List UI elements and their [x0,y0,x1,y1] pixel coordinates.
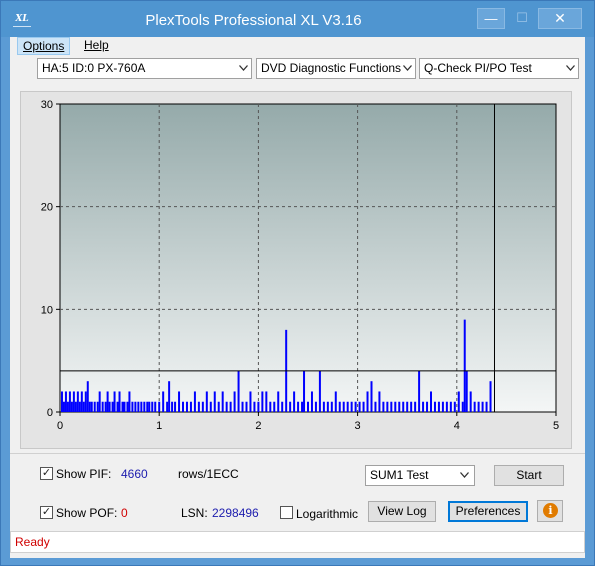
function-select-value: DVD Diagnostic Functions [261,61,402,75]
drive-select-value: HA:5 ID:0 PX-760A [42,61,146,75]
y-tick-label: 30 [41,99,53,111]
y-tick-label: 0 [47,407,53,419]
test-select-value: Q-Check PI/PO Test [424,61,532,75]
sum-test-select-value: SUM1 Test [370,468,429,482]
drive-select[interactable]: HA:5 ID:0 PX-760A [37,58,252,79]
lsn-label: LSN: [181,506,208,520]
menu-bar: Options Help [10,37,585,55]
y-tick-label: 10 [41,304,53,316]
view-log-button[interactable]: View Log [368,501,436,522]
sum-test-select[interactable]: SUM1 Test [365,465,475,486]
close-button[interactable]: ✕ [538,8,582,29]
chart-panel: 0 1 2 3 4 5 0 10 20 30 [20,91,572,449]
lsn-value: 2298496 [212,506,259,520]
show-pof-checkbox[interactable]: ✓ [40,506,53,519]
test-select[interactable]: Q-Check PI/PO Test [419,58,579,79]
start-button-label: Start [516,468,542,482]
plot-area [59,103,557,413]
menu-options-label: Options [23,39,65,53]
x-tick-label: 1 [156,420,162,432]
info-icon: i [543,503,558,518]
rows-label: rows/1ECC [178,467,239,481]
pof-value: 0 [121,506,128,520]
chevron-down-icon [460,472,469,478]
view-log-label: View Log [377,504,427,518]
app-window: XL PlexTools Professional XL V3.16 — ☐ ✕… [0,0,595,566]
chevron-down-icon [239,65,248,71]
separator [10,453,585,454]
y-axis: 0 10 20 30 [41,99,60,419]
menu-options[interactable]: Options [17,37,71,55]
pi-chart: 0 1 2 3 4 5 0 10 20 30 [41,99,559,432]
status-bar: Ready [10,531,585,553]
chevron-down-icon [566,65,575,71]
title-bar[interactable]: XL PlexTools Professional XL V3.16 — ☐ ✕ [1,1,594,37]
info-button[interactable]: i [537,500,563,522]
x-tick-label: 5 [553,420,559,432]
minimize-button[interactable]: — [477,8,505,29]
logarithmic-checkbox[interactable] [280,506,293,519]
x-tick-label: 4 [454,420,460,432]
menu-help[interactable]: Help [79,37,114,55]
x-tick-label: 2 [255,420,261,432]
x-tick-label: 0 [57,420,63,432]
pif-value: 4660 [121,467,148,481]
function-select[interactable]: DVD Diagnostic Functions [256,58,416,79]
status-text: Ready [15,535,50,549]
x-axis: 0 1 2 3 4 5 [57,412,559,432]
window-title: PlexTools Professional XL V3.16 [145,12,362,29]
show-pof-label: Show POF: [56,506,118,520]
show-pif-label: Show PIF: [56,467,112,481]
client-area: Options Help HA:5 ID:0 PX-760A DVD Diagn… [10,37,585,558]
x-tick-label: 3 [355,420,361,432]
show-pif-checkbox[interactable]: ✓ [40,467,53,480]
chevron-down-icon [403,65,412,71]
y-tick-label: 20 [41,202,53,214]
checkmark-icon: ✓ [41,467,52,479]
preferences-label: Preferences [455,504,521,518]
menu-help-label: Help [84,38,109,52]
logarithmic-label: Logarithmic [296,507,359,521]
checkmark-icon: ✓ [41,506,52,518]
maximize-button[interactable]: ☐ [508,8,536,29]
preferences-button[interactable]: Preferences [448,501,528,522]
start-button[interactable]: Start [494,465,564,486]
